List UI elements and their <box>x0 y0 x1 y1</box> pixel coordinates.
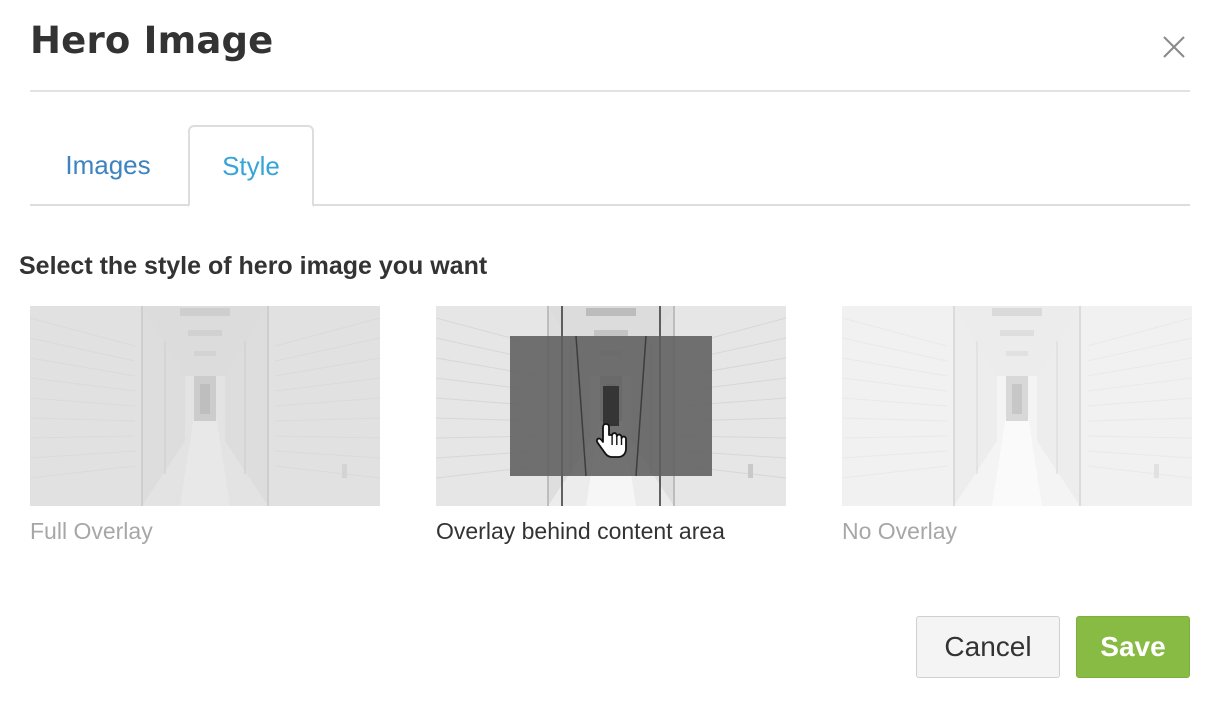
close-icon <box>1163 36 1185 58</box>
full-overlay-thumbnail <box>30 306 380 506</box>
option-label: Overlay behind content area <box>436 518 725 544</box>
overlay-behind-content-thumbnail <box>436 306 786 506</box>
option-label: No Overlay <box>842 518 958 544</box>
close-button[interactable] <box>1160 33 1188 61</box>
option-label: Full Overlay <box>30 518 153 544</box>
style-option-overlay-behind-content[interactable]: Overlay behind content area <box>436 306 786 544</box>
dialog-title: Hero Image <box>30 19 274 62</box>
header-divider <box>30 90 1190 92</box>
no-overlay-thumbnail <box>842 306 1192 506</box>
save-button[interactable]: Save <box>1076 616 1190 678</box>
hand-pointer-cursor-icon <box>596 423 627 458</box>
section-heading: Select the style of hero image you want <box>19 252 488 280</box>
hero-image-dialog: Hero Image Images Style Select the style… <box>0 0 1220 710</box>
cancel-button[interactable]: Cancel <box>916 616 1060 678</box>
style-option-full-overlay[interactable]: Full Overlay <box>30 306 380 544</box>
tab-images[interactable]: Images <box>30 125 186 205</box>
style-option-no-overlay[interactable]: No Overlay <box>842 306 1192 544</box>
tab-style[interactable]: Style <box>188 125 314 207</box>
